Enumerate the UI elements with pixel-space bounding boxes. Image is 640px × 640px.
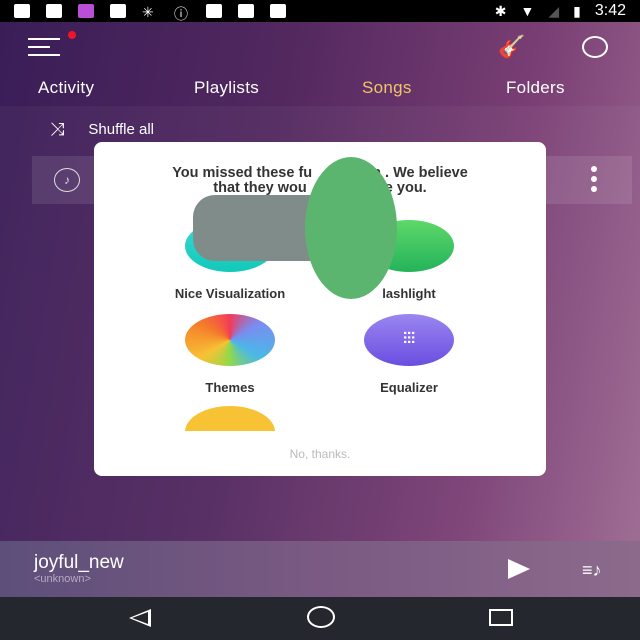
no-thanks-button[interactable]: No, thanks. xyxy=(94,447,546,461)
equalizer-icon: ⫶⫶⫶ xyxy=(364,314,454,366)
shuffle-icon: ⤨ xyxy=(50,119,65,139)
feature-themes[interactable]: Themes xyxy=(130,314,330,395)
tab-activity[interactable]: Activity xyxy=(38,78,94,98)
tab-songs[interactable]: Songs xyxy=(362,78,412,98)
feature-label: Themes xyxy=(205,380,255,395)
facebook-icon xyxy=(14,4,30,18)
signal-icon: ✳ xyxy=(142,4,154,20)
notification-dot xyxy=(68,31,76,39)
no-sim-icon: ◢ xyxy=(548,2,560,19)
tab-bar: Activity Playlists Songs Folders xyxy=(0,78,640,106)
guitar-icon[interactable]: 🎸 xyxy=(498,34,525,60)
shuffle-label: Shuffle all xyxy=(88,121,155,138)
status-bar: ✳ ⓘ ✱ ▼ ◢ ▮ 3:42 xyxy=(0,0,640,22)
feature-label: Equalizer xyxy=(380,380,438,395)
occluding-shape xyxy=(305,157,397,299)
play-icon[interactable] xyxy=(508,559,530,579)
music-app-icon xyxy=(78,4,94,18)
back-icon[interactable] xyxy=(129,609,151,627)
recents-icon[interactable] xyxy=(489,609,513,626)
message-line2-start: that they wou xyxy=(213,180,307,196)
song-disc-icon: ♪ xyxy=(54,168,80,192)
shuffle-all-button[interactable]: ⤨ Shuffle all xyxy=(50,119,154,140)
menu-icon[interactable] xyxy=(28,38,60,58)
info-icon: ⓘ xyxy=(174,6,188,22)
message-line1-start: You missed these fu xyxy=(172,165,313,181)
message-line1-end: n . We believe xyxy=(372,165,468,181)
queue-icon[interactable]: ≡♪ xyxy=(582,560,602,581)
track-title: joyful_new xyxy=(34,552,124,573)
wifi-icon: ▼ xyxy=(520,3,535,19)
tab-playlists[interactable]: Playlists xyxy=(194,78,259,98)
satellite-icon xyxy=(206,4,222,18)
bluetooth-icon: ✱ xyxy=(494,2,507,19)
mini-player[interactable]: joyful_new <unknown> ≡♪ xyxy=(0,541,640,597)
mail-icon xyxy=(110,4,126,18)
feature-label: Nice Visualization xyxy=(174,286,286,301)
feature-equalizer[interactable]: ⫶⫶⫶ Equalizer xyxy=(309,314,509,395)
more-options-icon[interactable] xyxy=(588,166,600,196)
track-artist: <unknown> xyxy=(34,573,91,585)
battery-charging-icon: ▮ xyxy=(573,2,581,19)
home-icon[interactable] xyxy=(307,606,335,628)
lock-icon xyxy=(238,4,254,18)
android-icon xyxy=(270,4,286,18)
feature-icon-partial xyxy=(185,406,275,431)
feature-partial[interactable] xyxy=(185,406,275,431)
tab-folders[interactable]: Folders xyxy=(506,78,565,98)
clock: 3:42 xyxy=(594,2,626,19)
search-icon[interactable] xyxy=(582,36,608,58)
navigation-bar xyxy=(0,597,640,640)
occluding-shape xyxy=(193,195,315,261)
palette-brush-icon xyxy=(185,314,275,366)
keyhole-icon xyxy=(46,4,62,18)
